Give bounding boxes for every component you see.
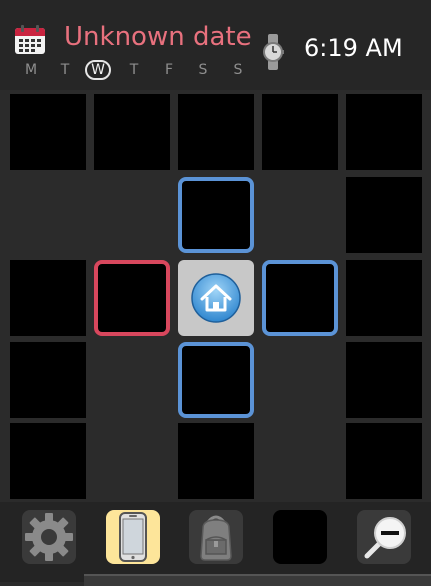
weekday-wed-selected[interactable]: W xyxy=(85,60,111,80)
wristwatch-icon xyxy=(263,34,284,70)
grid-cell[interactable] xyxy=(10,94,86,170)
backpack-button[interactable] xyxy=(189,510,243,564)
grid-cell-highlighted-blue[interactable] xyxy=(178,177,254,253)
grid-cell-highlighted-blue[interactable] xyxy=(262,260,338,336)
home-icon xyxy=(191,273,241,323)
scroll-indicator xyxy=(84,574,431,586)
grid-cell[interactable] xyxy=(346,423,422,499)
weekday-sun[interactable]: S xyxy=(225,60,251,80)
room-grid xyxy=(0,90,431,502)
home-cell[interactable] xyxy=(178,260,254,336)
grid-cell[interactable] xyxy=(178,423,254,499)
empty-slot-button[interactable] xyxy=(273,510,327,564)
grid-cell[interactable] xyxy=(346,94,422,170)
weekday-mon[interactable]: M xyxy=(18,60,44,80)
grid-cell[interactable] xyxy=(346,260,422,336)
status-header: Unknown date M T W T F S S 6:19 AM xyxy=(0,0,431,90)
clock-time: 6:19 AM xyxy=(304,34,403,62)
calendar-icon xyxy=(15,25,45,54)
settings-gear-button[interactable] xyxy=(22,510,76,564)
smartphone-icon xyxy=(119,512,147,562)
grid-cell-highlighted-red[interactable] xyxy=(94,260,170,336)
grid-cell[interactable] xyxy=(10,342,86,418)
magnifier-minus-icon xyxy=(364,517,406,559)
weekday-fri[interactable]: F xyxy=(156,60,182,80)
date-label[interactable]: Unknown date xyxy=(64,22,252,52)
weekday-tue[interactable]: T xyxy=(52,60,78,80)
grid-cell[interactable] xyxy=(10,260,86,336)
weekday-strip: M T W T F S S xyxy=(0,60,260,82)
grid-cell[interactable] xyxy=(262,94,338,170)
weekday-thu[interactable]: T xyxy=(121,60,147,80)
backpack-icon xyxy=(200,515,232,561)
grid-cell[interactable] xyxy=(346,177,422,253)
grid-cell[interactable] xyxy=(346,342,422,418)
grid-cell[interactable] xyxy=(94,94,170,170)
grid-cell[interactable] xyxy=(10,423,86,499)
zoom-out-button[interactable] xyxy=(357,510,411,564)
bottom-dock xyxy=(0,502,431,586)
gear-icon xyxy=(25,513,73,561)
weekday-sat[interactable]: S xyxy=(190,60,216,80)
grid-cell[interactable] xyxy=(178,94,254,170)
phone-button[interactable] xyxy=(106,510,160,564)
grid-cell-highlighted-blue[interactable] xyxy=(178,342,254,418)
